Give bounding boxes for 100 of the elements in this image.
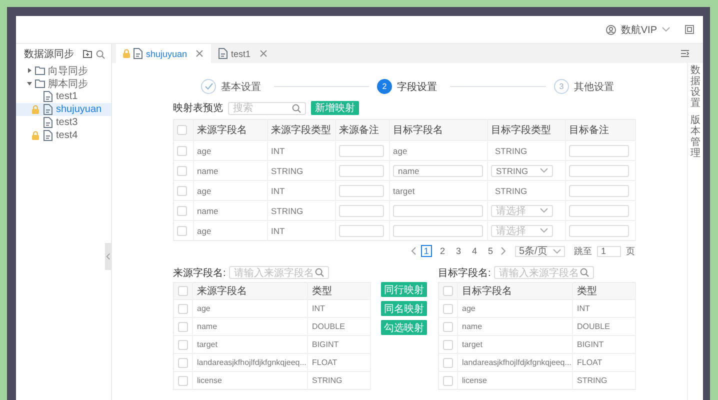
checkbox[interactable] [178, 376, 188, 386]
tree-item[interactable]: test3 [16, 116, 111, 129]
checkbox[interactable] [177, 206, 187, 216]
input-field[interactable] [339, 164, 384, 176]
document-icon [43, 104, 53, 115]
input-field[interactable] [339, 184, 384, 196]
select-field[interactable]: STRING [491, 164, 553, 176]
document-icon [43, 91, 53, 102]
column-header: 目标字段名 [462, 286, 512, 297]
column-header: 目标备注 [569, 125, 609, 136]
caret-icon[interactable] [27, 81, 32, 86]
page-link[interactable]: 5 [484, 245, 496, 257]
close-icon[interactable] [260, 50, 267, 57]
table-cell: INT [271, 186, 285, 196]
page-size-select[interactable]: 5条/页 [515, 246, 565, 256]
checkbox[interactable] [178, 304, 188, 314]
input-field[interactable] [569, 224, 629, 236]
chevron-right-icon[interactable] [501, 247, 506, 255]
step-label: 其他设置 [574, 80, 614, 94]
checkbox[interactable] [443, 340, 453, 350]
side-tab[interactable]: 版本管理 [690, 115, 700, 159]
checkbox[interactable] [443, 322, 453, 332]
field-label: 来源字段名: [173, 266, 226, 280]
previous-page-icon[interactable] [410, 247, 416, 255]
page-input[interactable]: 1 [597, 246, 621, 256]
tree-item[interactable]: test4 [16, 129, 111, 142]
input-field[interactable]: name [393, 164, 483, 176]
document-icon [218, 48, 228, 59]
folder-label[interactable]: 向导同步 [48, 64, 88, 78]
page-link[interactable]: 2 [436, 245, 448, 257]
input-field[interactable] [569, 184, 629, 196]
section-title: 映射表预览 [173, 102, 223, 115]
input-field[interactable] [393, 224, 483, 236]
chevron-left-icon[interactable] [106, 253, 110, 260]
document-icon [43, 117, 53, 128]
checkbox[interactable] [177, 146, 187, 156]
column-header: 类型 [577, 286, 597, 297]
input-field[interactable] [339, 224, 384, 236]
caret-icon[interactable] [27, 68, 32, 73]
checkbox[interactable] [443, 376, 453, 386]
chevron-down-icon [540, 168, 548, 173]
user-icon[interactable] [606, 24, 616, 34]
table-cell: age [197, 304, 210, 313]
step-label: 基本设置 [221, 80, 261, 94]
page-suffix: 页 [626, 244, 635, 258]
checkbox[interactable] [178, 286, 188, 296]
checkbox[interactable] [177, 124, 187, 135]
column-header: 来源备注 [339, 125, 379, 136]
user-name[interactable]: 数航VIP [620, 22, 657, 36]
checkbox[interactable] [177, 226, 187, 236]
tree-item[interactable]: shujuyuan [16, 103, 111, 116]
checkbox[interactable] [443, 358, 453, 368]
chevron-down-icon [540, 228, 548, 233]
close-icon[interactable] [196, 50, 204, 57]
table-cell: target [197, 340, 218, 349]
input-field[interactable] [569, 144, 629, 156]
step-label: 字段设置 [397, 80, 437, 94]
table-cell: BIGINT [577, 340, 604, 349]
chevron-down-icon [553, 248, 561, 254]
table-cell: age [393, 146, 408, 156]
search-icon[interactable] [96, 50, 105, 58]
step-number: 3 [554, 79, 569, 94]
page-link[interactable]: 1 [420, 245, 432, 257]
menu-collapse-icon[interactable] [681, 50, 689, 57]
add-folder-icon[interactable] [83, 50, 92, 58]
checkbox[interactable] [443, 304, 453, 314]
checkbox[interactable] [177, 166, 187, 176]
search-icon[interactable] [292, 104, 301, 112]
tab[interactable]: shujuyuan [116, 44, 212, 63]
checkbox[interactable] [443, 286, 453, 296]
checkbox[interactable] [178, 340, 188, 350]
input-field[interactable] [339, 204, 384, 216]
step-number: 2 [377, 79, 392, 94]
table-cell-text: STRING [494, 146, 528, 156]
collapse-handle[interactable] [105, 243, 111, 270]
side-tab[interactable]: 数据设置 [690, 65, 700, 109]
input-field[interactable] [569, 204, 629, 216]
table-cell: FLOAT [577, 358, 602, 367]
page-link[interactable]: 3 [452, 245, 464, 257]
input-field[interactable] [393, 204, 483, 216]
folder-label[interactable]: 脚本同步 [48, 76, 88, 90]
tree-item[interactable]: test1 [16, 90, 111, 103]
checkbox[interactable] [178, 322, 188, 332]
table-cell: INT [577, 304, 590, 313]
search-icon[interactable] [314, 268, 324, 277]
checkbox[interactable] [178, 358, 188, 368]
table-cell: INT [271, 226, 285, 236]
page-link[interactable]: 4 [468, 245, 480, 257]
check-icon [204, 83, 212, 90]
document-icon [43, 130, 53, 141]
document-icon [133, 48, 143, 59]
search-icon[interactable] [580, 268, 589, 277]
column-header: 来源字段类型 [271, 125, 331, 136]
checkbox[interactable] [177, 186, 187, 196]
table-cell: DOUBLE [577, 322, 610, 331]
fullscreen-icon[interactable] [685, 25, 694, 34]
input-field[interactable] [569, 164, 629, 176]
field-label: 目标字段名: [438, 266, 491, 280]
table-cell: STRING [577, 376, 608, 385]
input-field[interactable] [339, 144, 384, 156]
